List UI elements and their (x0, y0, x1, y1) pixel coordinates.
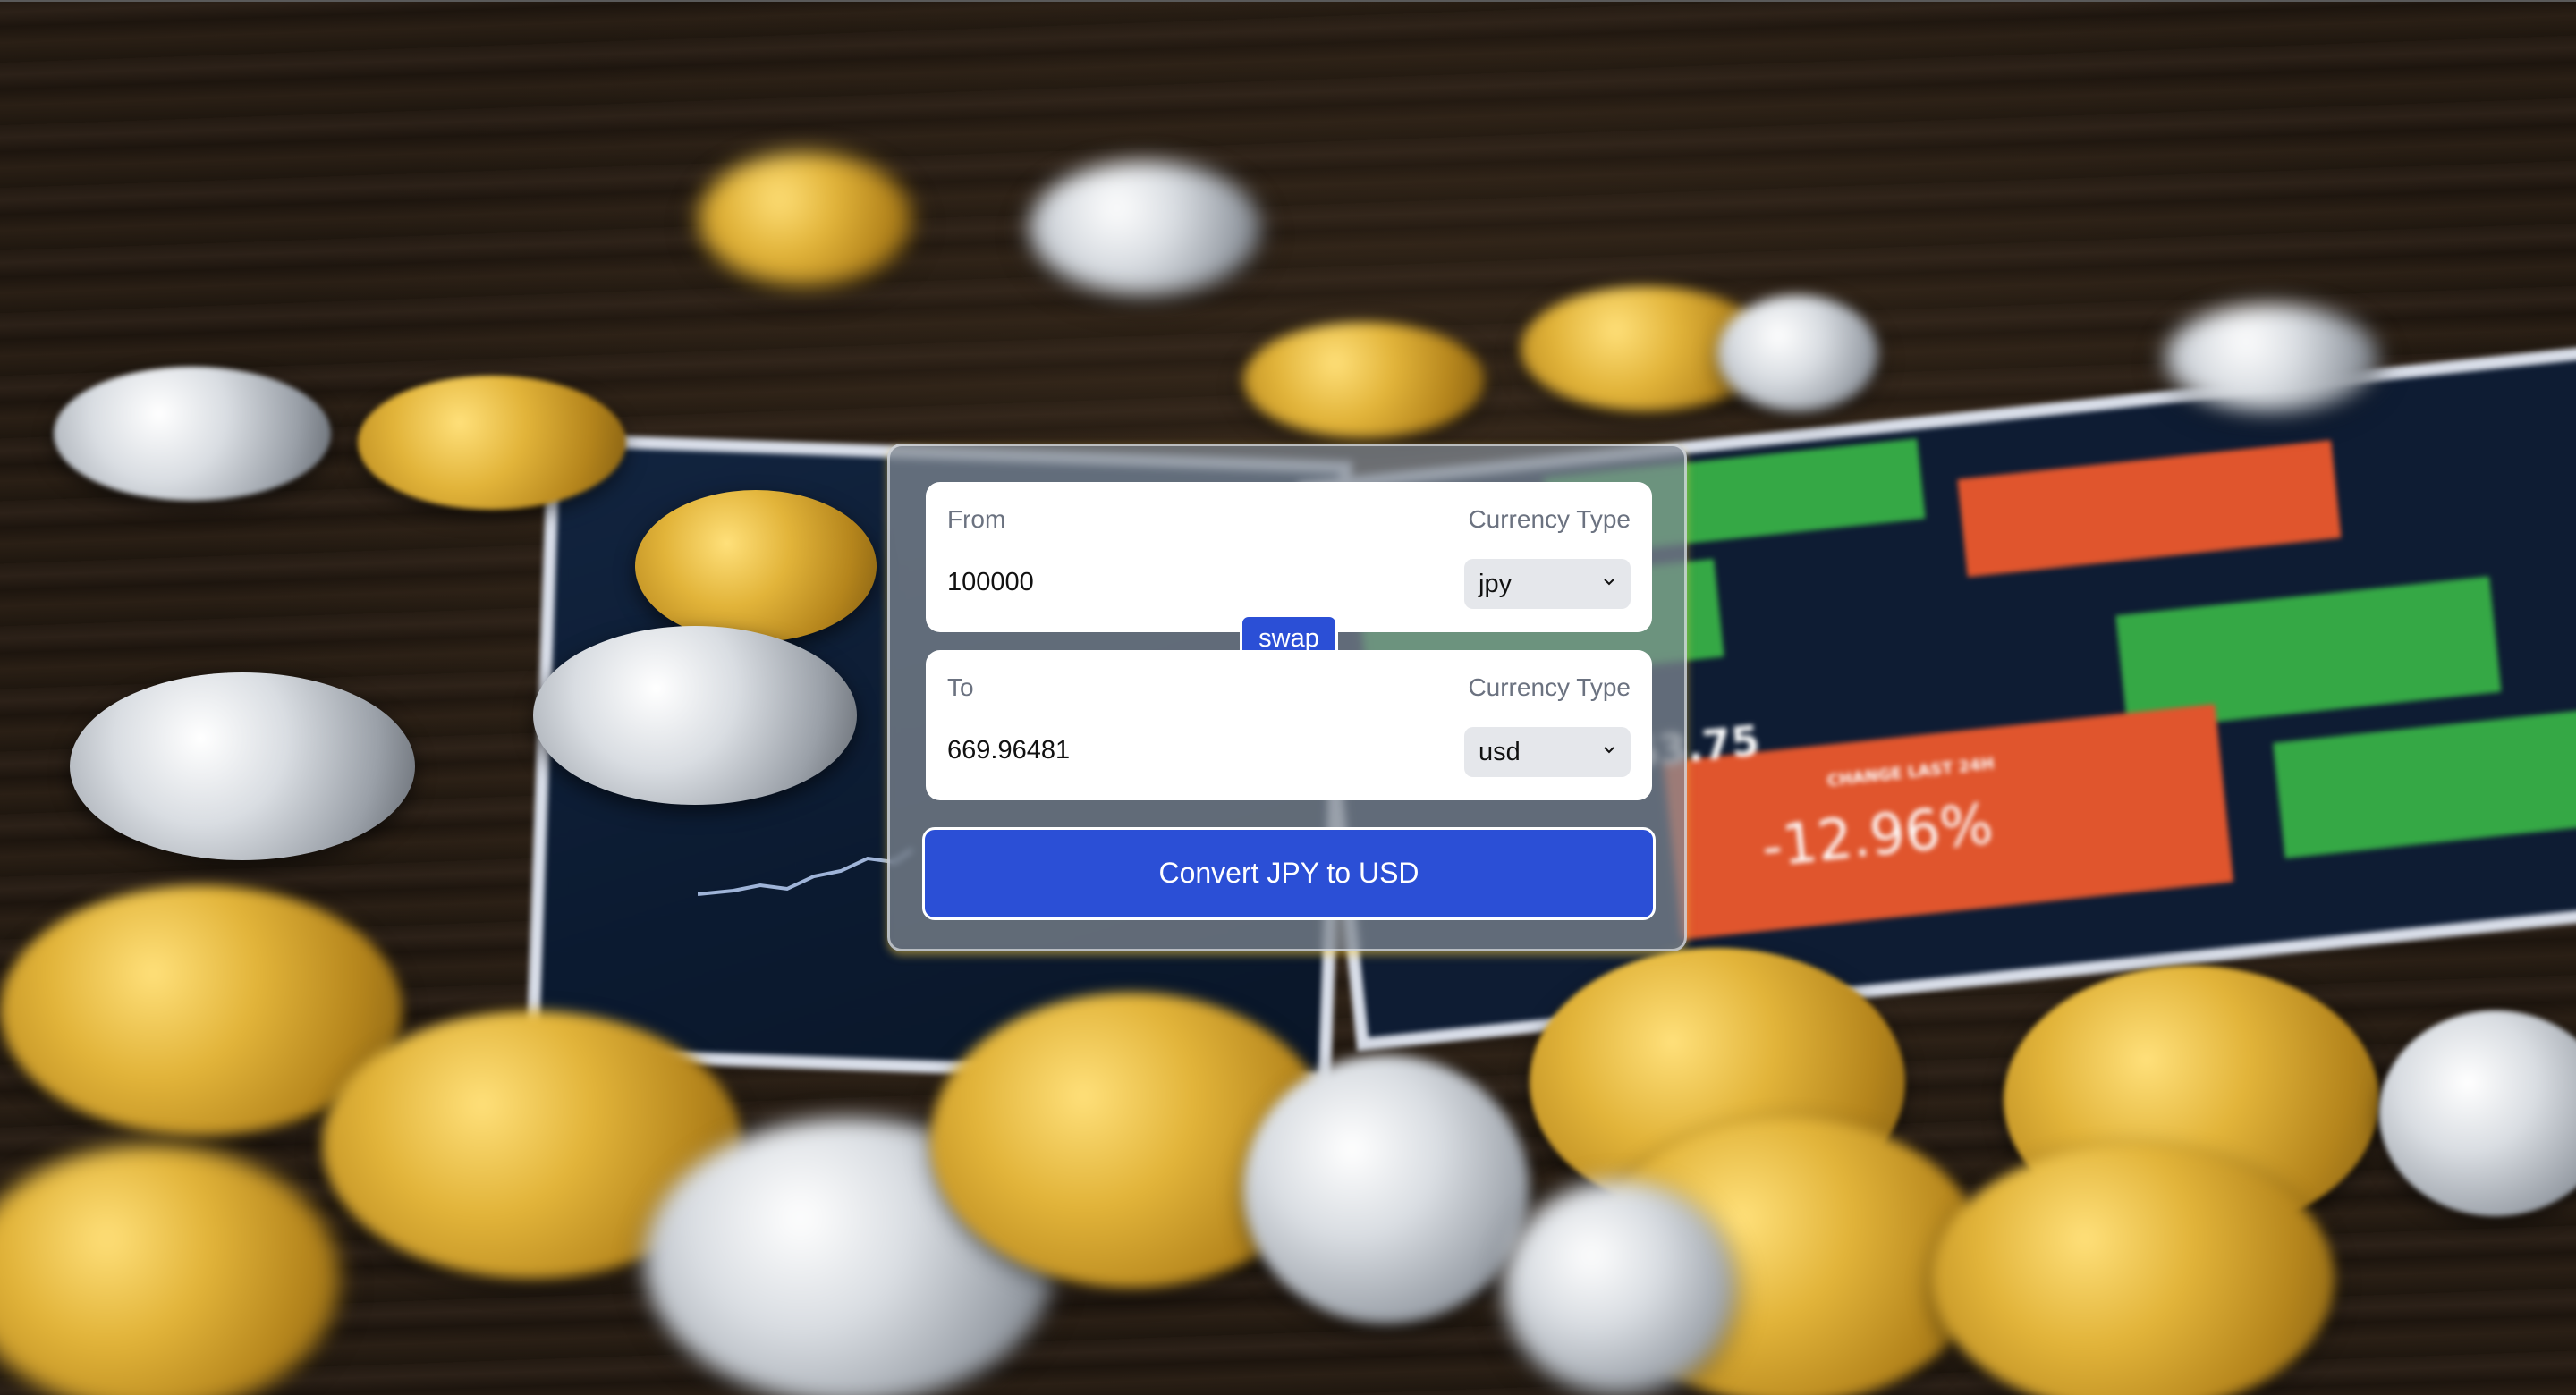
to-label: To (947, 673, 974, 701)
top-border (0, 0, 2576, 2)
from-currency-type-label: Currency Type (1468, 505, 1631, 533)
to-field-group: To Currency Type usd (926, 650, 1652, 800)
coin-silver (1243, 1055, 1530, 1323)
coin-gold (635, 490, 877, 642)
coin-silver (2379, 1010, 2576, 1216)
coin-gold (1243, 322, 1485, 438)
coin-silver (1029, 161, 1261, 295)
coin-silver (2165, 304, 2379, 411)
currency-converter-card: From Currency Type jpy swap To Currency … (887, 444, 1687, 951)
coin-gold (698, 152, 912, 286)
coin-gold (1932, 1145, 2334, 1395)
to-amount-input[interactable] (947, 729, 1377, 772)
chevron-down-icon (1604, 579, 1614, 586)
coin-gold (358, 376, 626, 510)
convert-button[interactable]: Convert JPY to USD (922, 827, 1656, 920)
from-field-group: From Currency Type jpy (926, 482, 1652, 632)
coin-silver (54, 367, 331, 501)
to-currency-type-label: Currency Type (1468, 673, 1631, 701)
coin-silver (1717, 295, 1878, 411)
chart-line-graphic (698, 848, 912, 896)
from-amount-input[interactable] (947, 561, 1377, 604)
to-currency-value: usd (1479, 738, 1521, 766)
to-currency-select[interactable]: usd (1464, 727, 1631, 777)
coin-silver (1503, 1180, 1735, 1395)
from-currency-value: jpy (1479, 570, 1513, 598)
chevron-down-icon (1604, 747, 1614, 754)
coin-silver (70, 672, 415, 860)
coin-silver (533, 626, 857, 805)
from-currency-select[interactable]: jpy (1464, 559, 1631, 609)
coin-gold (0, 1145, 340, 1395)
from-label: From (947, 505, 1006, 533)
